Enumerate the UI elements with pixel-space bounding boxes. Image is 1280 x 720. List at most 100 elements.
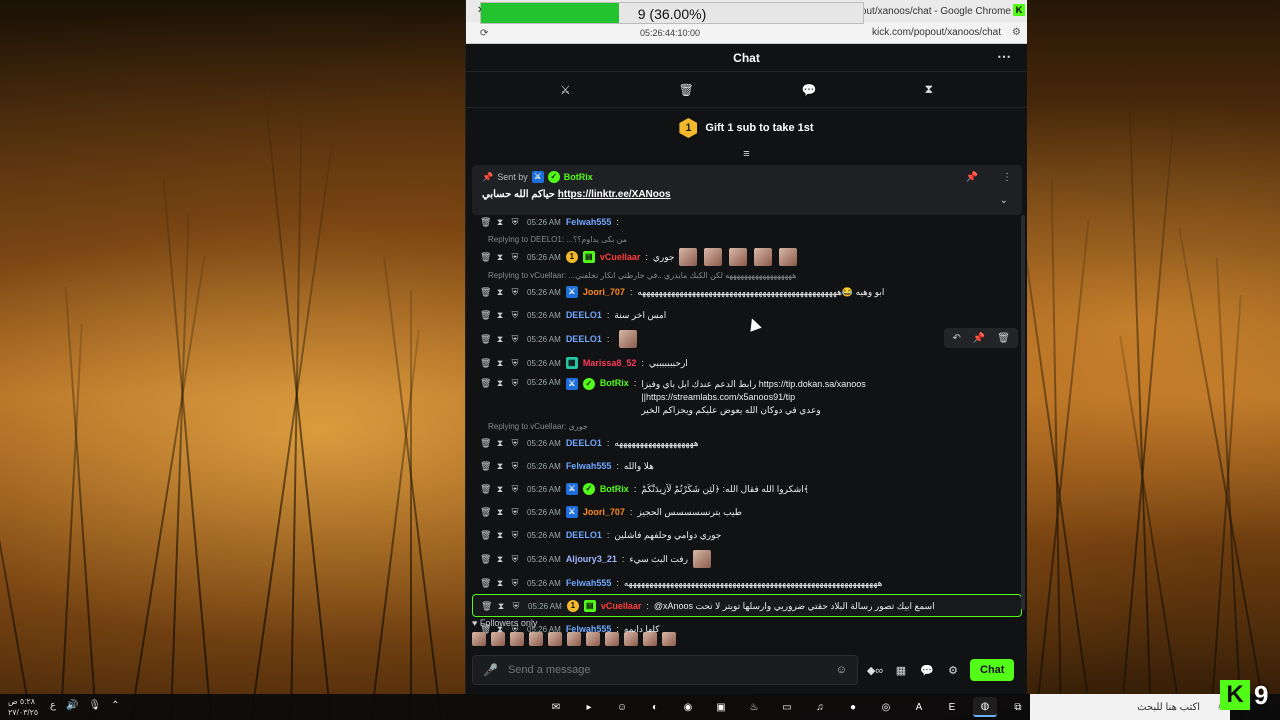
timeout-hourglass-icon[interactable]: ⧗ xyxy=(495,217,505,228)
quick-emote[interactable] xyxy=(510,632,524,646)
ban-shield-icon[interactable]: ⛨ xyxy=(510,287,520,298)
quick-emote[interactable] xyxy=(472,632,486,646)
chat-bubble-icon[interactable]: 💬 xyxy=(802,83,817,97)
timeout-hourglass-icon[interactable]: ⧗ xyxy=(496,601,506,612)
delete-message-icon[interactable]: 🗑 xyxy=(480,530,491,541)
sword-icon[interactable]: ⚔ xyxy=(560,83,571,97)
unpin-icon[interactable]: 📌 xyxy=(966,172,978,183)
ban-shield-icon[interactable]: ⛨ xyxy=(510,252,520,263)
taskbar-search[interactable]: اكتب هنا للبحث ⌕ xyxy=(1030,694,1230,720)
message-username[interactable]: Joori_707 xyxy=(583,287,625,297)
quick-emote[interactable] xyxy=(529,632,543,646)
ban-shield-icon[interactable]: ⛨ xyxy=(510,438,520,449)
smile-app-icon[interactable]: ☺ xyxy=(610,697,634,717)
timeout-hourglass-icon[interactable]: ⧗ xyxy=(495,507,505,518)
timeout-hourglass-icon[interactable]: ⧗ xyxy=(495,310,505,321)
gift-sub-leaderboard[interactable]: 1 Gift 1 sub to take 1st xyxy=(466,108,1027,148)
timeout-hourglass-icon[interactable]: ⧗ xyxy=(495,578,505,589)
quick-emote[interactable] xyxy=(567,632,581,646)
message-username[interactable]: BotRix xyxy=(600,378,629,388)
delete-message-icon[interactable]: 🗑 xyxy=(480,252,491,263)
ban-shield-icon[interactable]: ⛨ xyxy=(510,310,520,321)
spotify-app-icon[interactable]: ♫ xyxy=(808,697,832,717)
message-username[interactable]: DEELO1 xyxy=(566,438,602,448)
delete-message-icon[interactable]: 🗑 xyxy=(480,287,491,298)
pinned-user[interactable]: BotRix xyxy=(564,172,593,182)
pinned-more-icon[interactable]: ⋮ xyxy=(1002,172,1012,183)
trash-icon[interactable]: 🗑 xyxy=(679,83,694,97)
delete-message-icon[interactable]: 🗑 xyxy=(480,578,491,589)
reply-icon[interactable]: ↶ xyxy=(952,333,960,344)
delete-message-icon[interactable]: 🗑 xyxy=(480,334,491,345)
site-settings-icon[interactable]: ⚙ xyxy=(1012,27,1021,38)
ban-shield-icon[interactable]: ⛨ xyxy=(511,601,521,612)
microphone-icon[interactable]: 🎤 xyxy=(483,663,498,677)
hourglass-icon[interactable]: ⧗ xyxy=(925,82,933,97)
message-username[interactable]: vCuellaar xyxy=(600,252,641,262)
message-username[interactable]: Aljoury3_21 xyxy=(566,554,617,564)
ban-shield-icon[interactable]: ⛨ xyxy=(510,334,520,345)
adobe-app-icon[interactable]: A xyxy=(907,697,931,717)
timeout-hourglass-icon[interactable]: ⧗ xyxy=(495,378,505,389)
emoji-picker-icon[interactable]: ☺ xyxy=(836,664,847,676)
mail-app-icon[interactable]: ✉ xyxy=(544,697,568,717)
reload-icon[interactable]: ⟳ xyxy=(480,28,488,39)
delete-message-icon[interactable]: 🗑 xyxy=(480,310,491,321)
more-options-icon[interactable]: ⋯ xyxy=(997,48,1011,65)
ban-shield-icon[interactable]: ⛨ xyxy=(510,507,520,518)
message-input-box[interactable]: 🎤 ☺ xyxy=(472,655,858,685)
send-chat-button[interactable]: Chat xyxy=(970,659,1015,681)
ban-shield-icon[interactable]: ⛨ xyxy=(510,484,520,495)
chevron-up-icon[interactable]: ⌃ xyxy=(111,700,119,711)
delete-message-icon[interactable]: 🗑 xyxy=(480,438,491,449)
record-app-icon[interactable]: ● xyxy=(841,697,865,717)
chat-scrollbar[interactable] xyxy=(1021,215,1025,610)
message-input[interactable] xyxy=(507,664,826,676)
ban-shield-icon[interactable]: ⛨ xyxy=(510,530,520,541)
ban-shield-icon[interactable]: ⛨ xyxy=(510,358,520,369)
steam-app-icon[interactable]: ♨ xyxy=(742,697,766,717)
quick-emote[interactable] xyxy=(548,632,562,646)
epic-app-icon[interactable]: E xyxy=(940,697,964,717)
news-app-icon[interactable]: ▣ xyxy=(709,697,733,717)
timeout-hourglass-icon[interactable]: ⧗ xyxy=(495,287,505,298)
store-icon[interactable]: ▦ xyxy=(892,664,910,677)
timeout-hourglass-icon[interactable]: ⧗ xyxy=(495,358,505,369)
message-username[interactable]: DEELO1 xyxy=(566,334,602,344)
delete-message-icon[interactable]: 🗑 xyxy=(480,461,491,472)
message-username[interactable]: DEELO1 xyxy=(566,530,602,540)
chevron-down-icon[interactable]: ⌄ xyxy=(1000,195,1008,206)
volume-icon[interactable]: 🔊 xyxy=(66,700,78,711)
timeout-hourglass-icon[interactable]: ⧗ xyxy=(495,484,505,495)
delete-message-icon[interactable]: 🗑 xyxy=(480,484,491,495)
ban-shield-icon[interactable]: ⛨ xyxy=(510,578,520,589)
address-bar[interactable]: kick.com/popout/xanoos/chat ⚙ xyxy=(466,22,1027,44)
pin-message-icon[interactable]: 📌 xyxy=(973,333,985,344)
language-indicator[interactable]: ع xyxy=(50,700,56,711)
delete-message-icon[interactable]: 🗑 xyxy=(480,507,491,518)
kick-points-icon[interactable]: ◆∞ xyxy=(866,664,884,677)
ban-shield-icon[interactable]: ⛨ xyxy=(510,378,520,389)
chat-settings-bubble-icon[interactable]: 💬 xyxy=(918,664,936,677)
edge-app-icon[interactable]: ◐ xyxy=(643,697,667,717)
quick-emote[interactable] xyxy=(624,632,638,646)
quick-emote[interactable] xyxy=(662,632,676,646)
message-username[interactable]: vCuellaar xyxy=(601,601,642,611)
chrome-app-icon[interactable]: ◍ xyxy=(973,697,997,717)
delete-message-icon[interactable]: 🗑 xyxy=(480,358,491,369)
terminal-app-icon[interactable]: ▸ xyxy=(577,697,601,717)
delete-icon[interactable]: 🗑 xyxy=(997,333,1010,344)
ban-shield-icon[interactable]: ⛨ xyxy=(510,554,520,565)
quick-emote[interactable] xyxy=(586,632,600,646)
quick-emote[interactable] xyxy=(491,632,505,646)
delete-message-icon[interactable]: 🗑 xyxy=(480,217,491,228)
system-clock[interactable]: ٥:٢٨ ص ٢٧/٠٣/٢٥ xyxy=(8,696,38,718)
message-username[interactable]: Joori_707 xyxy=(583,507,625,517)
delete-message-icon[interactable]: 🗑 xyxy=(481,601,492,612)
taskview-app-icon[interactable]: ⧉ xyxy=(1006,697,1030,717)
timeout-hourglass-icon[interactable]: ⧗ xyxy=(495,438,505,449)
timeout-hourglass-icon[interactable]: ⧗ xyxy=(495,252,505,263)
obs-app-icon[interactable]: ◉ xyxy=(676,697,700,717)
message-username[interactable]: Marissa8_52 xyxy=(583,358,637,368)
discord-app-icon[interactable]: ◎ xyxy=(874,697,898,717)
